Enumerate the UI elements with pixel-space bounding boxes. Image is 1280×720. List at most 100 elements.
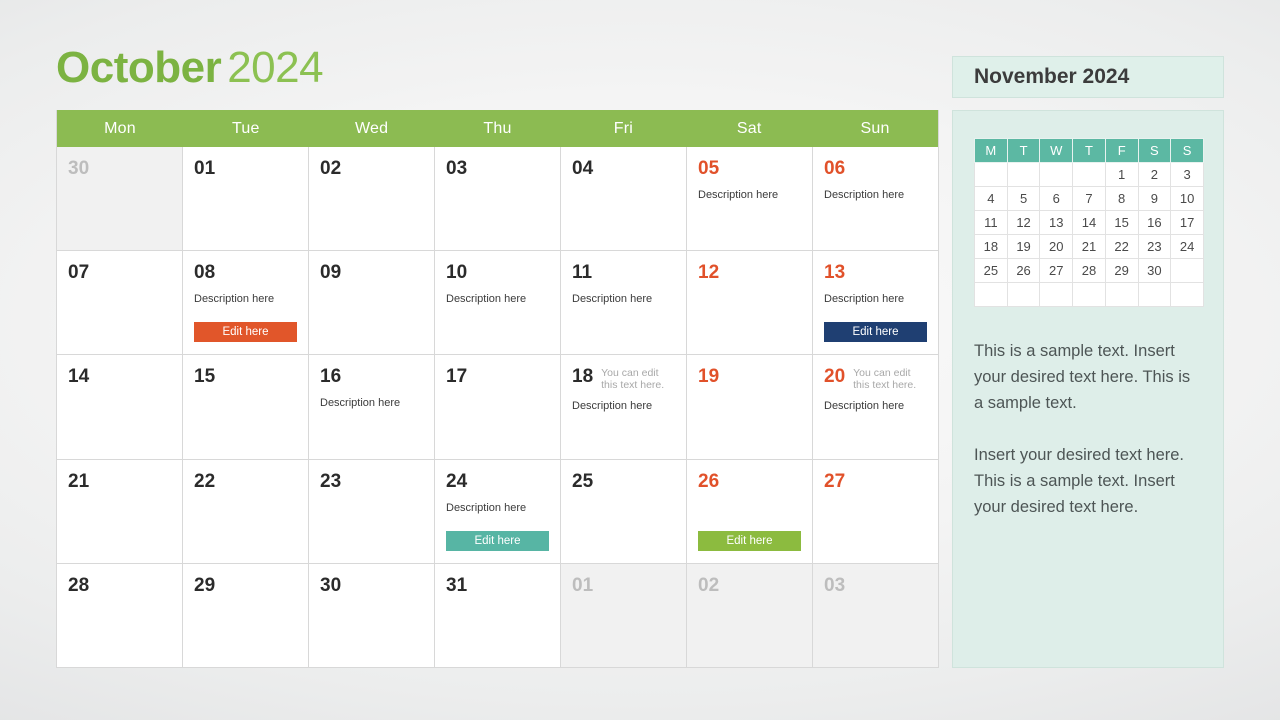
day-cell-27[interactable]: 27 [813, 459, 938, 563]
day-cell-03[interactable]: 03 [435, 147, 561, 251]
mini-day-23[interactable]: 23 [1137, 234, 1172, 259]
day-cell-15[interactable]: 15 [183, 355, 309, 459]
mini-day-16[interactable]: 16 [1137, 210, 1172, 235]
mini-day-5[interactable]: 5 [1006, 186, 1041, 211]
mini-day-24[interactable]: 24 [1170, 234, 1204, 259]
day-cell-top: 01 [572, 575, 675, 597]
day-cell-30[interactable]: 30 [57, 147, 183, 251]
day-cell-top: 03 [446, 158, 549, 180]
mini-day-25[interactable]: 25 [974, 258, 1008, 283]
day-cell-top: 29 [194, 575, 297, 597]
day-cell-top: 30 [320, 575, 423, 597]
day-number: 14 [68, 366, 90, 388]
edit-here-button[interactable]: Edit here [698, 530, 801, 551]
weekday-label-sun: Sun [860, 119, 890, 137]
week-row: 30 01 02 03 04 05 Description here 06 Descriptio… [57, 147, 938, 252]
day-cell-13[interactable]: 13 Description here Edit here [813, 251, 938, 355]
mini-day-26[interactable]: 26 [1006, 258, 1041, 283]
mini-day-10[interactable]: 10 [1170, 186, 1204, 211]
mini-day-13[interactable]: 13 [1039, 210, 1074, 235]
mini-day-3[interactable]: 3 [1170, 162, 1204, 187]
day-cell-01[interactable]: 01 [561, 563, 687, 668]
mini-day-19[interactable]: 19 [1006, 234, 1041, 259]
day-cell-11[interactable]: 11 Description here [561, 251, 687, 355]
day-cell-19[interactable]: 19 [687, 355, 813, 459]
edit-here-button[interactable]: Edit here [446, 530, 549, 551]
mini-day-8[interactable]: 8 [1104, 186, 1139, 211]
day-cell-06[interactable]: 06 Description here [813, 147, 938, 251]
day-cell-05[interactable]: 05 Description here [687, 147, 813, 251]
day-cell-16[interactable]: 16 Description here [309, 355, 435, 459]
mini-day-30[interactable]: 30 [1137, 258, 1172, 283]
day-cell-01[interactable]: 01 [183, 147, 309, 251]
day-cell-14[interactable]: 14 [57, 355, 183, 459]
weekday-label-sat: Sat [736, 119, 762, 137]
day-number: 28 [68, 574, 90, 596]
mini-day-14[interactable]: 14 [1072, 210, 1106, 235]
mini-day-15[interactable]: 15 [1104, 210, 1139, 235]
mini-day-27[interactable]: 27 [1039, 258, 1074, 283]
day-cell-31[interactable]: 31 [435, 563, 561, 668]
mini-day-17[interactable]: 17 [1170, 210, 1204, 235]
day-cell-20[interactable]: 20 You can edit this text here. Descriptio… [813, 355, 938, 459]
mini-calendar-row: 4 5 6 7 8 9 10 [974, 186, 1204, 211]
edit-here-button[interactable]: Edit here [824, 322, 927, 343]
mini-day-28[interactable]: 28 [1072, 258, 1106, 283]
mini-day-21[interactable]: 21 [1072, 234, 1106, 259]
day-description: Description here [446, 501, 527, 514]
day-cell-26[interactable]: 26 Edit here [687, 459, 813, 563]
day-number: 19 [698, 366, 720, 388]
mini-day-9[interactable]: 9 [1137, 186, 1172, 211]
day-cell-top: 17 [446, 366, 549, 388]
day-number: 24 [446, 470, 468, 492]
day-cell-23[interactable]: 23 [309, 459, 435, 563]
day-cell-07[interactable]: 07 [57, 251, 183, 355]
day-description: Description here [320, 397, 401, 410]
mini-day-11[interactable]: 11 [974, 210, 1008, 235]
day-number: 04 [572, 158, 594, 179]
day-cell-18[interactable]: 18 You can edit this text here. Descriptio… [561, 355, 687, 459]
mini-weekday-label: T [1006, 138, 1041, 163]
day-cell-17[interactable]: 17 [435, 355, 561, 459]
mini-day-18[interactable]: 18 [974, 234, 1008, 259]
day-number: 01 [572, 574, 594, 596]
day-description: Description here [698, 189, 779, 201]
day-cell-24[interactable]: 24 Description here Edit here [435, 459, 561, 563]
day-number: 30 [320, 574, 342, 596]
day-number: 22 [194, 470, 216, 492]
day-cell-08[interactable]: 08 Description here Edit here [183, 251, 309, 355]
day-cell-top: 07 [68, 262, 171, 284]
day-cell-22[interactable]: 22 [183, 459, 309, 563]
mini-day-4[interactable]: 4 [974, 186, 1008, 211]
day-description: Description here [572, 293, 653, 306]
day-cell-03[interactable]: 03 [813, 563, 938, 668]
day-cell-25[interactable]: 25 [561, 459, 687, 563]
day-cell-10[interactable]: 10 Description here [435, 251, 561, 355]
day-cell-30[interactable]: 30 [309, 563, 435, 668]
mini-day-22[interactable]: 22 [1104, 234, 1139, 259]
mini-day-1[interactable]: 1 [1104, 162, 1139, 187]
day-cell-top: 12 [698, 262, 801, 284]
mini-day-7[interactable]: 7 [1072, 186, 1106, 211]
mini-day-empty [1072, 282, 1106, 307]
day-cell-28[interactable]: 28 [57, 563, 183, 668]
mini-calendar: MTWTFSS 1 2 3 4 5 6 7 8 9 10 11 12 13 14 15 16 17 18 19 20 2… [974, 138, 1204, 307]
mini-day-6[interactable]: 6 [1039, 186, 1074, 211]
mini-day-20[interactable]: 20 [1039, 234, 1074, 259]
weekday-label-tue: Tue [232, 119, 260, 137]
day-cell-12[interactable]: 12 [687, 251, 813, 355]
mini-day-2[interactable]: 2 [1137, 162, 1172, 187]
day-cell-29[interactable]: 29 [183, 563, 309, 668]
week-row: 07 08 Description here Edit here 09 10 Descrip… [57, 251, 938, 356]
mini-day-29[interactable]: 29 [1104, 258, 1139, 283]
day-cell-09[interactable]: 09 [309, 251, 435, 355]
day-number: 15 [194, 366, 216, 388]
day-description: Description here [824, 400, 905, 413]
day-cell-21[interactable]: 21 [57, 459, 183, 563]
day-cell-04[interactable]: 04 [561, 147, 687, 251]
edit-here-button[interactable]: Edit here [194, 322, 297, 343]
day-cell-02[interactable]: 02 [309, 147, 435, 251]
day-cell-top: 11 [572, 262, 675, 284]
mini-day-12[interactable]: 12 [1006, 210, 1041, 235]
day-cell-02[interactable]: 02 [687, 563, 813, 668]
